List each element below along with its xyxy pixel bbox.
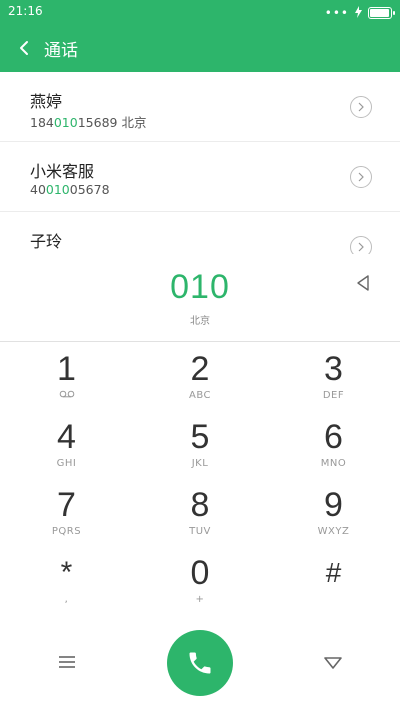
- key-1[interactable]: 1: [0, 342, 133, 410]
- contact-row[interactable]: 燕婷 18401015689 北京: [0, 72, 400, 142]
- contact-detail-button[interactable]: [350, 236, 372, 254]
- bottom-bar: [0, 614, 400, 711]
- contact-suggestion-list: 燕婷 18401015689 北京 小米客服 4001005678 子玲: [0, 72, 400, 254]
- key-letters: DEF: [322, 390, 345, 401]
- key-digit: 8: [190, 486, 210, 524]
- key-letters: PQRS: [51, 526, 82, 537]
- contact-row[interactable]: 子玲: [0, 212, 400, 254]
- chevron-left-icon: [20, 41, 28, 55]
- key-digit: 4: [57, 418, 76, 456]
- contact-detail-button[interactable]: [350, 96, 372, 118]
- status-time: 21:16: [8, 4, 43, 18]
- triangle-down-icon: [324, 657, 342, 669]
- contact-number: 18401015689 北京: [30, 115, 147, 130]
- dial-input-area: 010 北京: [0, 254, 400, 342]
- key-hash[interactable]: #: [267, 546, 400, 614]
- chevron-right-icon: [358, 172, 364, 182]
- key-letters: MNO: [320, 458, 347, 469]
- key-digit: 3: [324, 350, 343, 388]
- key-letters: WXYZ: [317, 526, 350, 537]
- page-title: 通话: [44, 41, 78, 61]
- key-letters: GHI: [56, 458, 77, 469]
- backspace-button[interactable]: [352, 272, 374, 294]
- key-2[interactable]: 2 ABC: [133, 342, 267, 410]
- key-digit: 0: [190, 554, 210, 592]
- menu-button[interactable]: [55, 650, 79, 674]
- status-icons: •••: [324, 3, 395, 22]
- key-letters: JKL: [191, 458, 209, 469]
- contact-name: 小米客服: [30, 162, 95, 181]
- dialed-number: 010: [170, 268, 230, 306]
- contact-location: 北京: [121, 115, 147, 130]
- key-9[interactable]: 9 WXYZ: [267, 478, 400, 546]
- key-8[interactable]: 8 TUV: [133, 478, 267, 546]
- key-digit: 5: [190, 418, 210, 456]
- contact-name: 子玲: [30, 232, 63, 251]
- key-digit: 2: [190, 350, 210, 388]
- menu-icon: [59, 656, 75, 668]
- backspace-icon: [357, 275, 369, 291]
- key-4[interactable]: 4 GHI: [0, 410, 133, 478]
- contact-name: 燕婷: [30, 92, 63, 111]
- phone-icon: [189, 652, 211, 674]
- dial-keypad: 1 2 ABC 3 DEF 4 GHI 5 JKL 6 MNO 7 PQRS 8…: [0, 342, 400, 614]
- key-letters: ABC: [188, 390, 211, 401]
- voicemail-icon: [59, 390, 75, 402]
- key-letters: ,: [64, 594, 69, 605]
- key-0[interactable]: 0 +: [133, 546, 267, 614]
- key-letters: +: [195, 594, 205, 605]
- key-6[interactable]: 6 MNO: [267, 410, 400, 478]
- key-star[interactable]: * ,: [0, 546, 133, 614]
- call-button[interactable]: [167, 630, 233, 696]
- charging-bolt-icon: [355, 3, 362, 22]
- chevron-right-icon: [358, 242, 364, 252]
- key-7[interactable]: 7 PQRS: [0, 478, 133, 546]
- notification-dots: •••: [324, 5, 349, 20]
- key-letters: TUV: [189, 526, 211, 537]
- key-digit: 7: [57, 486, 76, 524]
- chevron-right-icon: [358, 102, 364, 112]
- contact-row[interactable]: 小米客服 4001005678: [0, 142, 400, 212]
- app-bar: 通话: [0, 24, 400, 72]
- key-digit: 6: [324, 418, 343, 456]
- collapse-keypad-button[interactable]: [322, 652, 344, 674]
- key-digit: 9: [324, 486, 343, 524]
- battery-icon: [368, 6, 395, 19]
- key-digit: *: [60, 556, 73, 589]
- back-button[interactable]: [10, 34, 38, 62]
- key-digit: #: [325, 557, 342, 588]
- battery-fill: [370, 8, 389, 17]
- status-bar: 21:16 •••: [0, 0, 400, 24]
- key-digit: 1: [57, 350, 76, 388]
- key-3[interactable]: 3 DEF: [267, 342, 400, 410]
- contact-detail-button[interactable]: [350, 166, 372, 188]
- key-5[interactable]: 5 JKL: [133, 410, 267, 478]
- contact-number: 4001005678: [30, 182, 110, 197]
- dialed-number-location: 北京: [190, 316, 210, 327]
